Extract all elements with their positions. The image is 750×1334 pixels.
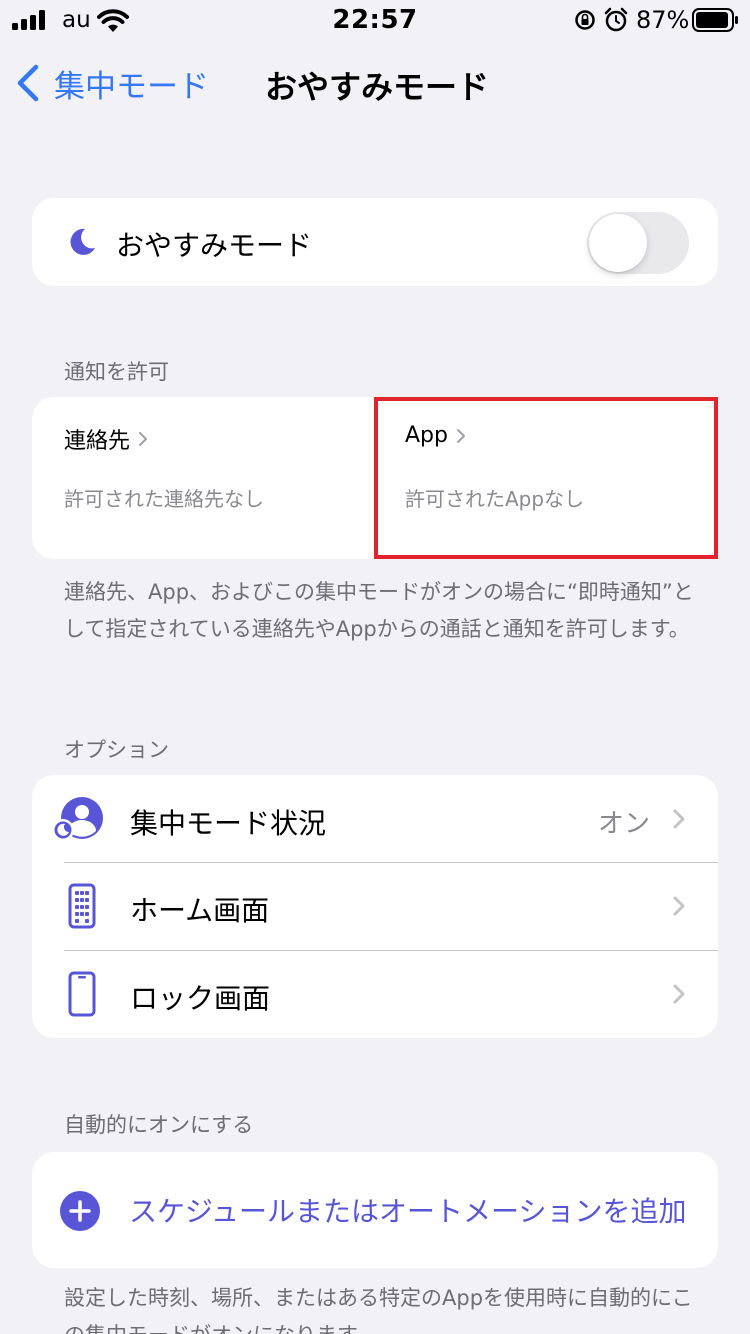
mode-toggle-card: おやすみモード [32,198,718,286]
allow-footnote: 連絡先、App、およびこの集中モードがオンの場合に“即時通知”として指定されてい… [64,580,694,641]
chevron-right-icon [673,984,685,1004]
option-label-home-screen: ホーム画面 [130,894,270,927]
moon-icon [70,228,95,255]
back-button-label: 集中モード [54,68,209,105]
chevron-right-icon [673,809,685,829]
options-card: 集中モード状況 オン ホーム画面 ロック画面 [32,775,718,1038]
add-schedule-label: スケジュールまたはオートメーションを追加 [129,1195,687,1228]
mode-toggle-switch[interactable] [587,212,689,274]
option-label-lock-screen: ロック画面 [130,982,271,1015]
option-value-focus-status: オン [597,809,650,839]
plus-circle-icon [60,1191,100,1231]
status-bar: au 22:57 87% [0,0,750,40]
focus-status-icon [52,797,103,841]
highlight-annotation-box [374,397,718,559]
home-screen-icon [68,883,96,929]
lock-screen-icon [68,971,96,1017]
auto-footnote: 設定した時刻、場所、またはある特定のAppを使用時に自動的にこの集中モードがオン… [64,1286,693,1334]
option-row-lock-screen[interactable]: ロック画面 [32,951,718,1038]
option-label-focus-status: 集中モード状況 [130,807,327,840]
alarm-icon [604,7,628,32]
mode-toggle-label: おやすみモード [116,229,313,262]
page-title: おやすみモード [265,68,490,106]
chevron-right-icon [139,432,148,446]
chevron-left-icon [17,64,39,102]
back-button[interactable]: 集中モード [14,58,209,108]
option-row-home-screen[interactable]: ホーム画面 [32,863,718,950]
battery-percent: 87% [636,6,690,34]
allow-section-header: 通知を許可 [64,360,169,384]
allowed-people-subtitle: 許可された連絡先なし [64,487,264,511]
option-row-focus-status[interactable]: 集中モード状況 オン [32,775,718,862]
add-automation-card: スケジュールまたはオートメーションを追加 [32,1152,718,1268]
auto-section-header: 自動的にオンにする [64,1113,254,1137]
allowed-people-tile[interactable]: 連絡先 許可された連絡先なし [32,397,375,559]
add-schedule-button[interactable]: スケジュールまたはオートメーションを追加 [32,1152,718,1268]
battery-icon [692,8,738,32]
toggle-knob [589,214,647,272]
options-section-header: オプション [64,738,169,762]
allowed-people-title: 連絡先 [64,429,131,454]
chevron-right-icon [673,896,685,916]
orientation-lock-icon [575,10,595,30]
